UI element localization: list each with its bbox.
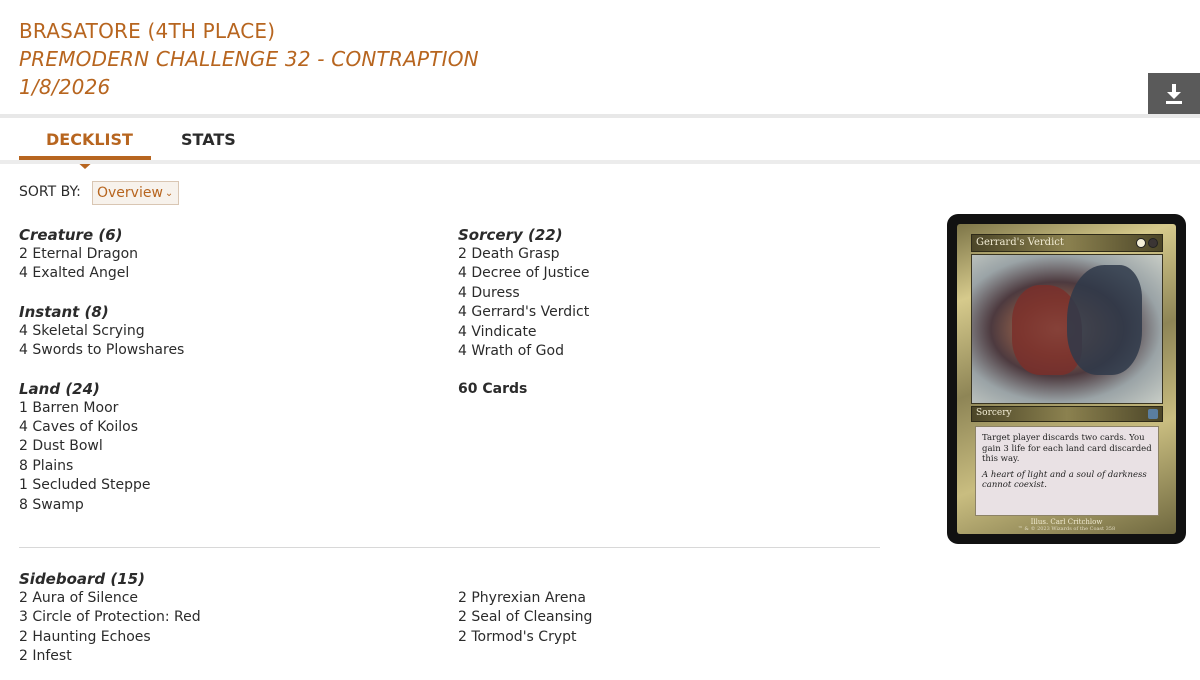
card-entry[interactable]: 8 Plains [19, 457, 439, 476]
card-entry[interactable]: 4 Swords to Plowshares [19, 341, 439, 360]
main-right-column: Sorcery (22) 2 Death Grasp 4 Decree of J… [458, 226, 878, 399]
card-entry[interactable]: 4 Duress [458, 284, 878, 303]
card-type-line: Sorcery [971, 406, 1163, 422]
card-entry[interactable]: 1 Secluded Steppe [19, 476, 439, 495]
download-icon [1166, 83, 1182, 104]
main-left-column: Creature (6) 2 Eternal Dragon 4 Exalted … [19, 226, 439, 534]
tab-bar: DECKLIST STATS [19, 118, 1200, 169]
card-entry[interactable]: 4 Decree of Justice [458, 264, 878, 283]
deck-header: BRASATORE (4TH PLACE) PREMODERN CHALLENG… [0, 0, 1200, 114]
tabs-divider [0, 160, 1200, 164]
card-entry[interactable]: 2 Seal of Cleansing [458, 608, 878, 627]
group-heading: Instant (8) [19, 302, 109, 321]
card-entry[interactable]: 4 Exalted Angel [19, 264, 439, 283]
card-entry[interactable]: 2 Aura of Silence [19, 589, 439, 608]
card-total: 60 Cards [458, 381, 528, 398]
event-date: 1/8/2026 [19, 75, 111, 99]
card-type-text: Sorcery [976, 408, 1012, 418]
card-textbox: Target player discards two cards. You ga… [975, 426, 1159, 516]
card-entry[interactable]: 1 Barren Moor [19, 399, 439, 418]
tab-decklist[interactable]: DECKLIST [46, 130, 133, 149]
card-entry[interactable]: 4 Wrath of God [458, 342, 878, 361]
card-name-text: Gerrard's Verdict [976, 237, 1064, 248]
card-entry[interactable]: 2 Dust Bowl [19, 437, 439, 456]
card-illustrator: Illus. Carl Critchlow [1030, 518, 1103, 526]
card-group-sorcery: Sorcery (22) 2 Death Grasp 4 Decree of J… [458, 226, 878, 361]
sideboard-left-column: Sideboard (15) 2 Aura of Silence 3 Circl… [19, 570, 439, 667]
event-title[interactable]: PREMODERN CHALLENGE 32 - CONTRAPTION [19, 47, 479, 71]
card-group-land: Land (24) 1 Barren Moor 4 Caves of Koilo… [19, 380, 439, 515]
group-heading: Land (24) [19, 379, 100, 398]
card-entry[interactable]: 2 Tormod's Crypt [458, 628, 878, 647]
sort-select[interactable]: Overview ⌄ [92, 181, 179, 205]
sideboard-right-column: 2 Phyrexian Arena 2 Seal of Cleansing 2 … [458, 589, 878, 647]
card-entry[interactable]: 4 Gerrard's Verdict [458, 303, 878, 322]
card-entry[interactable]: 2 Phyrexian Arena [458, 589, 878, 608]
sort-selected-value: Overview [97, 185, 163, 201]
sideboard-heading: Sideboard (15) [19, 570, 145, 588]
card-entry[interactable]: 2 Infest [19, 647, 439, 666]
card-entry[interactable]: 4 Vindicate [458, 323, 878, 342]
mana-cost-icon [1136, 238, 1158, 248]
card-art [971, 254, 1163, 404]
art-figure [1067, 265, 1142, 375]
tab-stats[interactable]: STATS [181, 130, 236, 149]
card-preview-image: Gerrard's Verdict Sorcery Target player … [947, 214, 1186, 544]
card-group-instant: Instant (8) 4 Skeletal Scrying 4 Swords … [19, 303, 439, 361]
sort-label: SORT BY: [19, 184, 81, 200]
sideboard-divider [19, 547, 880, 548]
card-copyright: ™ & © 2023 Wizards of the Coast 358 [1017, 526, 1116, 532]
card-entry[interactable]: 2 Death Grasp [458, 245, 878, 264]
card-flavor-text: A heart of light and a soul of darkness … [982, 469, 1147, 491]
card-preview-name: Gerrard's Verdict [971, 234, 1163, 252]
card-rules-text: Target player discards two cards. You ga… [982, 433, 1152, 464]
card-entry[interactable]: 4 Skeletal Scrying [19, 322, 439, 341]
group-heading: Sorcery (22) [458, 226, 563, 244]
card-frame: Gerrard's Verdict Sorcery Target player … [957, 224, 1176, 534]
set-symbol-icon [1148, 409, 1158, 419]
group-heading: Creature (6) [19, 226, 123, 244]
card-entry[interactable]: 2 Eternal Dragon [19, 245, 439, 264]
card-group-creature: Creature (6) 2 Eternal Dragon 4 Exalted … [19, 226, 439, 284]
player-title: BRASATORE (4TH PLACE) [19, 19, 276, 43]
download-button[interactable] [1148, 73, 1200, 114]
chevron-down-icon: ⌄ [164, 187, 174, 199]
card-entry[interactable]: 3 Circle of Protection: Red [19, 608, 439, 627]
card-entry[interactable]: 2 Haunting Echoes [19, 628, 439, 647]
card-entry[interactable]: 4 Caves of Koilos [19, 418, 439, 437]
card-entry[interactable]: 8 Swamp [19, 496, 439, 515]
